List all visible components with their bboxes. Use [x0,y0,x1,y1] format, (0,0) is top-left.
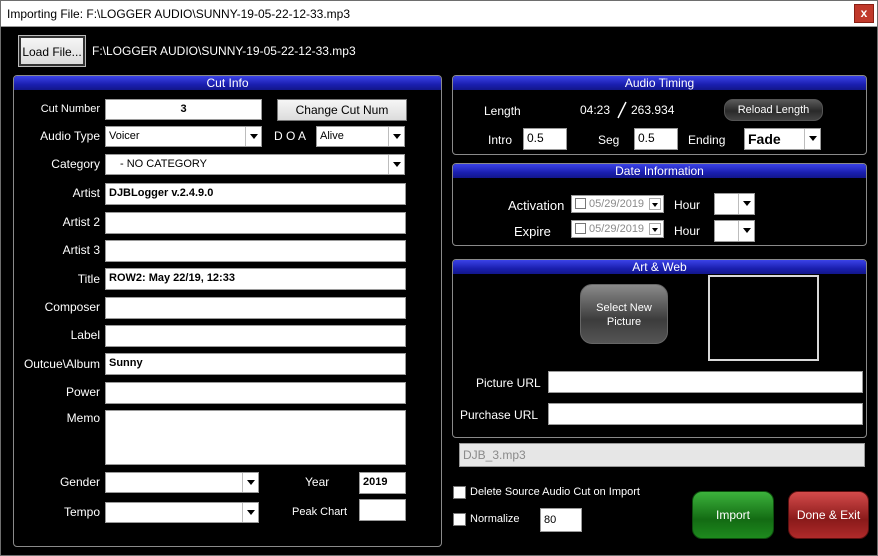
import-button[interactable]: Import [692,491,774,539]
gender-label: Gender [59,475,100,489]
length-label: Length [484,104,521,118]
chevron-down-icon[interactable] [388,155,404,174]
category-label: Category [51,157,100,171]
intro-field[interactable]: 0.5 [523,128,567,150]
artist-label: Artist [72,186,100,200]
normalize-value-field[interactable]: 80 [540,508,582,532]
picture-preview [708,275,819,361]
expire-hour-label: Hour [674,224,701,238]
done-exit-button[interactable]: Done & Exit [788,491,869,539]
date-info-header: Date Information [453,164,866,178]
purchase-url-field[interactable] [548,403,863,425]
chevron-down-icon[interactable] [649,198,661,210]
picture-url-field[interactable] [548,371,863,393]
memo-label: Memo [66,411,100,425]
output-filename-field[interactable]: DJB_3.mp3 [459,443,865,467]
chevron-down-icon[interactable] [649,223,661,235]
window-title: Importing File: F:\LOGGER AUDIO\SUNNY-19… [7,7,351,21]
purchase-url-label: Purchase URL [460,408,539,422]
import-window: Importing File: F:\LOGGER AUDIO\SUNNY-19… [0,0,878,556]
year-field[interactable]: 2019 [359,472,406,494]
chevron-down-icon[interactable] [245,127,261,146]
activation-label: Activation [508,198,565,213]
activation-hour-select[interactable] [714,193,755,215]
audio-type-value: Voicer [109,130,140,142]
reload-length-button[interactable]: Reload Length [724,99,823,121]
title-label: Title [77,272,100,286]
cut-info-header: Cut Info [14,76,441,90]
category-select[interactable]: - NO CATEGORY [105,154,405,175]
chevron-down-icon[interactable] [388,127,404,146]
audio-type-select[interactable]: Voicer [105,126,262,147]
change-cut-num-button[interactable]: Change Cut Num [277,99,407,121]
normalize-label: Normalize [470,513,520,525]
gender-select[interactable] [105,472,259,493]
normalize-checkbox[interactable] [453,513,466,526]
artist3-label: Artist 3 [62,243,100,257]
album-field[interactable]: Sunny [105,353,406,375]
delete-source-label: Delete Source Audio Cut on Import [470,486,640,498]
peak-chart-label: Peak Chart [292,506,348,518]
title-field[interactable]: ROW2: May 22/19, 12:33 [105,268,406,290]
chevron-down-icon[interactable] [738,221,754,241]
expire-checkbox[interactable] [575,223,586,234]
artist2-field[interactable] [105,212,406,234]
art-web-header: Art & Web [453,260,866,274]
title-bar: Importing File: F:\LOGGER AUDIO\SUNNY-19… [1,1,877,27]
tempo-label: Tempo [63,505,100,519]
length-seconds: 263.934 [631,103,675,117]
power-field[interactable] [105,382,406,404]
ending-label: Ending [688,133,726,147]
artist3-field[interactable] [105,240,406,262]
activation-checkbox[interactable] [575,198,586,209]
picture-url-label: Picture URL [476,376,541,390]
label-field[interactable] [105,325,406,347]
year-label: Year [305,475,330,489]
length-time: 04:23 [580,103,611,117]
label-label: Label [70,328,100,342]
audio-type-label: Audio Type [40,129,100,143]
peak-chart-field[interactable] [359,499,406,521]
expire-hour-select[interactable] [714,220,755,242]
audio-timing-header: Audio Timing [453,76,866,90]
chevron-down-icon[interactable] [242,503,258,522]
ending-value: Fade [748,131,781,147]
select-picture-label-line1: Select New [596,302,652,314]
power-label: Power [65,385,100,399]
seg-label: Seg [598,133,620,147]
composer-label: Composer [44,300,100,314]
activation-date-picker[interactable]: 05/29/2019 [571,195,664,213]
cut-number-label: Cut Number [40,103,100,115]
doa-label: D O A [274,129,307,143]
select-picture-label-line2: Picture [606,316,642,328]
close-button[interactable]: x [854,4,874,23]
expire-date-picker[interactable]: 05/29/2019 [571,220,664,238]
slash-separator [617,101,627,119]
chevron-down-icon[interactable] [804,129,820,149]
intro-label: Intro [488,133,513,147]
expire-date-value: 05/29/2019 [589,223,645,235]
cut-number-field[interactable]: 3 [105,99,262,120]
select-new-picture-button[interactable]: Select New Picture [580,284,668,344]
memo-textarea[interactable] [105,410,406,465]
artist-field[interactable]: DJBLogger v.2.4.9.0 [105,183,406,205]
activation-hour-label: Hour [674,198,701,212]
doa-value: Alive [320,130,344,142]
album-label: Outcue\Album [23,357,100,371]
file-path-text: F:\LOGGER AUDIO\SUNNY-19-05-22-12-33.mp3 [92,44,356,58]
tempo-select[interactable] [105,502,259,523]
composer-field[interactable] [105,297,406,319]
chevron-down-icon[interactable] [242,473,258,492]
artist2-label: Artist 2 [62,215,100,229]
category-value: - NO CATEGORY [120,158,207,170]
seg-field[interactable]: 0.5 [634,128,678,150]
activation-date-value: 05/29/2019 [589,198,645,210]
delete-source-checkbox[interactable] [453,486,466,499]
load-file-button[interactable]: Load File... [18,35,86,67]
doa-select[interactable]: Alive [316,126,405,147]
chevron-down-icon[interactable] [738,194,754,214]
ending-select[interactable]: Fade [744,128,821,150]
expire-label: Expire [514,224,551,239]
